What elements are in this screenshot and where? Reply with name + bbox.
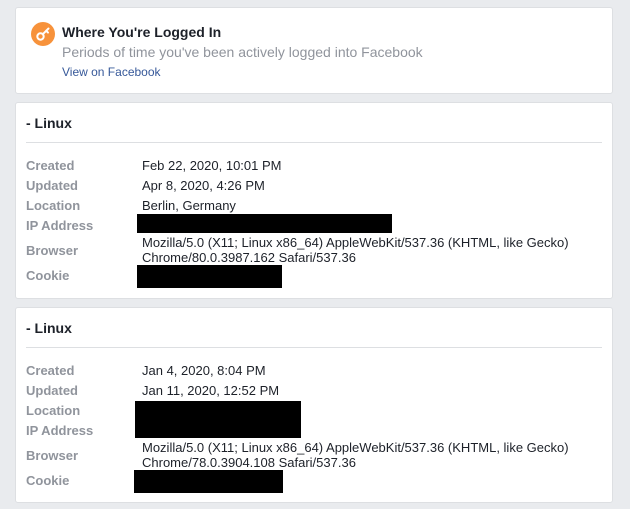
ip-address-redaction [137,214,392,233]
updated-label: Updated [26,178,78,193]
cookie-label: Cookie [26,268,70,283]
location-label: Location [26,198,81,213]
divider [26,142,602,143]
location-ip-redaction [135,401,301,438]
cookie-label: Cookie [26,473,70,488]
page-title: Where You're Logged In [62,24,222,40]
cookie-redaction [134,470,283,493]
ip-address-label: IP Address [26,218,94,233]
logged-in-header-card: Where You're Logged In Periods of time y… [15,7,613,94]
location-label: Location [26,403,81,418]
updated-value: Jan 11, 2020, 12:52 PM [142,383,280,398]
location-value: Berlin, Germany [142,198,236,213]
browser-label: Browser [26,243,79,258]
updated-label: Updated [26,383,78,398]
ip-address-label: IP Address [26,423,94,438]
divider [26,347,602,348]
cookie-redaction [137,265,282,288]
key-icon [31,22,55,46]
created-label: Created [26,363,75,378]
browser-value-line2: Chrome/78.0.3904.108 Safari/537.36 [142,455,356,470]
browser-value-line1: Mozilla/5.0 (X11; Linux x86_64) AppleWeb… [142,235,569,250]
page-subtitle: Periods of time you've been actively log… [62,44,423,60]
created-label: Created [26,158,75,173]
created-value: Jan 4, 2020, 8:04 PM [142,363,266,378]
created-value: Feb 22, 2020, 10:01 PM [142,158,282,173]
browser-label: Browser [26,448,79,463]
session-card: - Linux Created Jan 4, 2020, 8:04 PM Upd… [15,307,613,503]
browser-value-line2: Chrome/80.0.3987.162 Safari/537.36 [142,250,356,265]
session-title: - Linux [26,320,72,336]
session-title: - Linux [26,115,72,131]
browser-value-line1: Mozilla/5.0 (X11; Linux x86_64) AppleWeb… [142,440,569,455]
session-card: - Linux Created Feb 22, 2020, 10:01 PM U… [15,102,613,299]
view-on-facebook-link[interactable]: View on Facebook [62,65,161,79]
updated-value: Apr 8, 2020, 4:26 PM [142,178,265,193]
